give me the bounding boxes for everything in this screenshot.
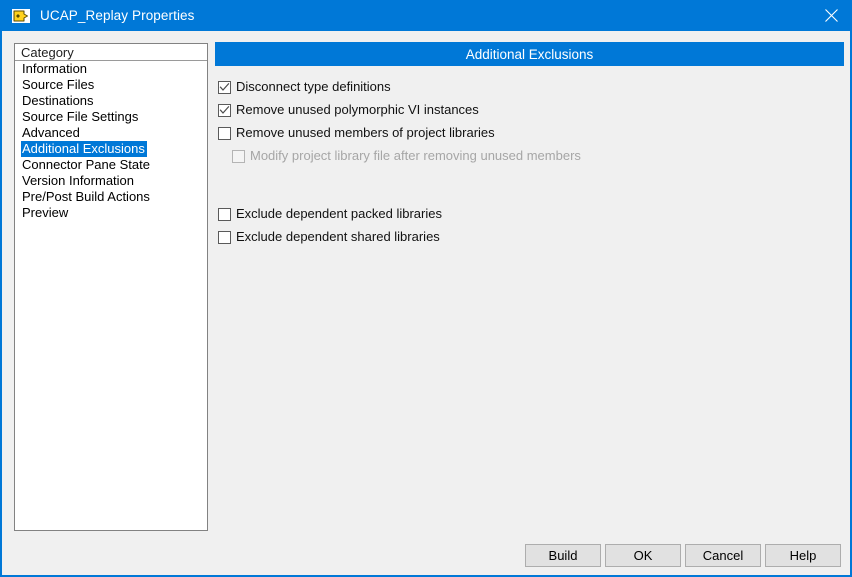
checkbox-modify-project-library-file — [232, 150, 245, 163]
panel-title-banner: Additional Exclusions — [215, 42, 844, 66]
category-item-label: Version Information — [22, 173, 135, 188]
option-label-exclude-dependent-shared-libraries: Exclude dependent shared libraries — [236, 229, 440, 244]
category-listbox[interactable]: Category Information Source Files Destinat… — [14, 43, 208, 531]
option-row-disconnect-type-definitions[interactable]: Disconnect type definitions — [218, 78, 838, 101]
options-spacer — [218, 170, 838, 205]
category-list-header: Category — [15, 44, 207, 61]
option-row-exclude-dependent-packed-libraries[interactable]: Exclude dependent packed libraries — [218, 205, 838, 228]
category-item-version-information[interactable]: Version Information — [15, 173, 207, 189]
close-icon[interactable] — [808, 0, 852, 31]
category-item-source-files[interactable]: Source Files — [15, 77, 207, 93]
option-label-modify-project-library-file: Modify project library file after removi… — [250, 148, 581, 163]
option-row-modify-project-library-file: Modify project library file after removi… — [218, 147, 838, 170]
dialog-buttons: Build OK Cancel Help — [525, 544, 841, 567]
category-item-connector-pane-state[interactable]: Connector Pane State — [15, 157, 207, 173]
category-item-label: Source Files — [22, 77, 95, 92]
category-item-source-file-settings[interactable]: Source File Settings — [15, 109, 207, 125]
checkbox-disconnect-type-definitions[interactable] — [218, 81, 231, 94]
category-item-label: Connector Pane State — [22, 157, 150, 172]
title-bar: UCAP_Replay Properties — [2, 0, 852, 31]
category-item-label: Additional Exclusions — [21, 141, 147, 157]
category-item-preview[interactable]: Preview — [15, 205, 207, 221]
category-item-pre-post-build-actions[interactable]: Pre/Post Build Actions — [15, 189, 207, 205]
category-item-label: Source File Settings — [22, 109, 139, 124]
category-item-additional-exclusions[interactable]: Additional Exclusions — [15, 141, 207, 157]
help-button[interactable]: Help — [765, 544, 841, 567]
window-title: UCAP_Replay Properties — [40, 8, 195, 23]
checkbox-exclude-dependent-packed-libraries[interactable] — [218, 208, 231, 221]
option-label-remove-unused-polymorphic-vi-instances: Remove unused polymorphic VI instances — [236, 102, 479, 117]
checkbox-remove-unused-members-of-project-libraries[interactable] — [218, 127, 231, 140]
checkbox-exclude-dependent-shared-libraries[interactable] — [218, 231, 231, 244]
category-item-advanced[interactable]: Advanced — [15, 125, 207, 141]
category-item-label: Preview — [22, 205, 69, 220]
option-row-remove-unused-members-of-project-libraries[interactable]: Remove unused members of project librari… — [218, 124, 838, 147]
ok-button[interactable]: OK — [605, 544, 681, 567]
cancel-button[interactable]: Cancel — [685, 544, 761, 567]
option-label-remove-unused-members-of-project-libraries: Remove unused members of project librari… — [236, 125, 495, 140]
category-items: Information Source Files Destinations Sourc… — [15, 61, 207, 221]
option-label-exclude-dependent-packed-libraries: Exclude dependent packed libraries — [236, 206, 442, 221]
category-item-label: Destinations — [22, 93, 94, 108]
category-item-label: Advanced — [22, 125, 80, 140]
option-row-exclude-dependent-shared-libraries[interactable]: Exclude dependent shared libraries — [218, 228, 838, 251]
category-item-label: Pre/Post Build Actions — [22, 189, 150, 204]
category-item-information[interactable]: Information — [15, 61, 207, 77]
category-item-destinations[interactable]: Destinations — [15, 93, 207, 109]
build-button[interactable]: Build — [525, 544, 601, 567]
properties-dialog: UCAP_Replay Properties Category Informat… — [0, 0, 852, 577]
category-item-label: Information — [22, 61, 88, 76]
options-group: Disconnect type definitions Remove unused… — [218, 78, 838, 251]
labview-vi-icon — [11, 6, 31, 26]
panel-title: Additional Exclusions — [465, 46, 594, 62]
checkbox-remove-unused-polymorphic-vi-instances[interactable] — [218, 104, 231, 117]
option-row-remove-unused-polymorphic-vi-instances[interactable]: Remove unused polymorphic VI instances — [218, 101, 838, 124]
option-label-disconnect-type-definitions: Disconnect type definitions — [236, 79, 391, 94]
